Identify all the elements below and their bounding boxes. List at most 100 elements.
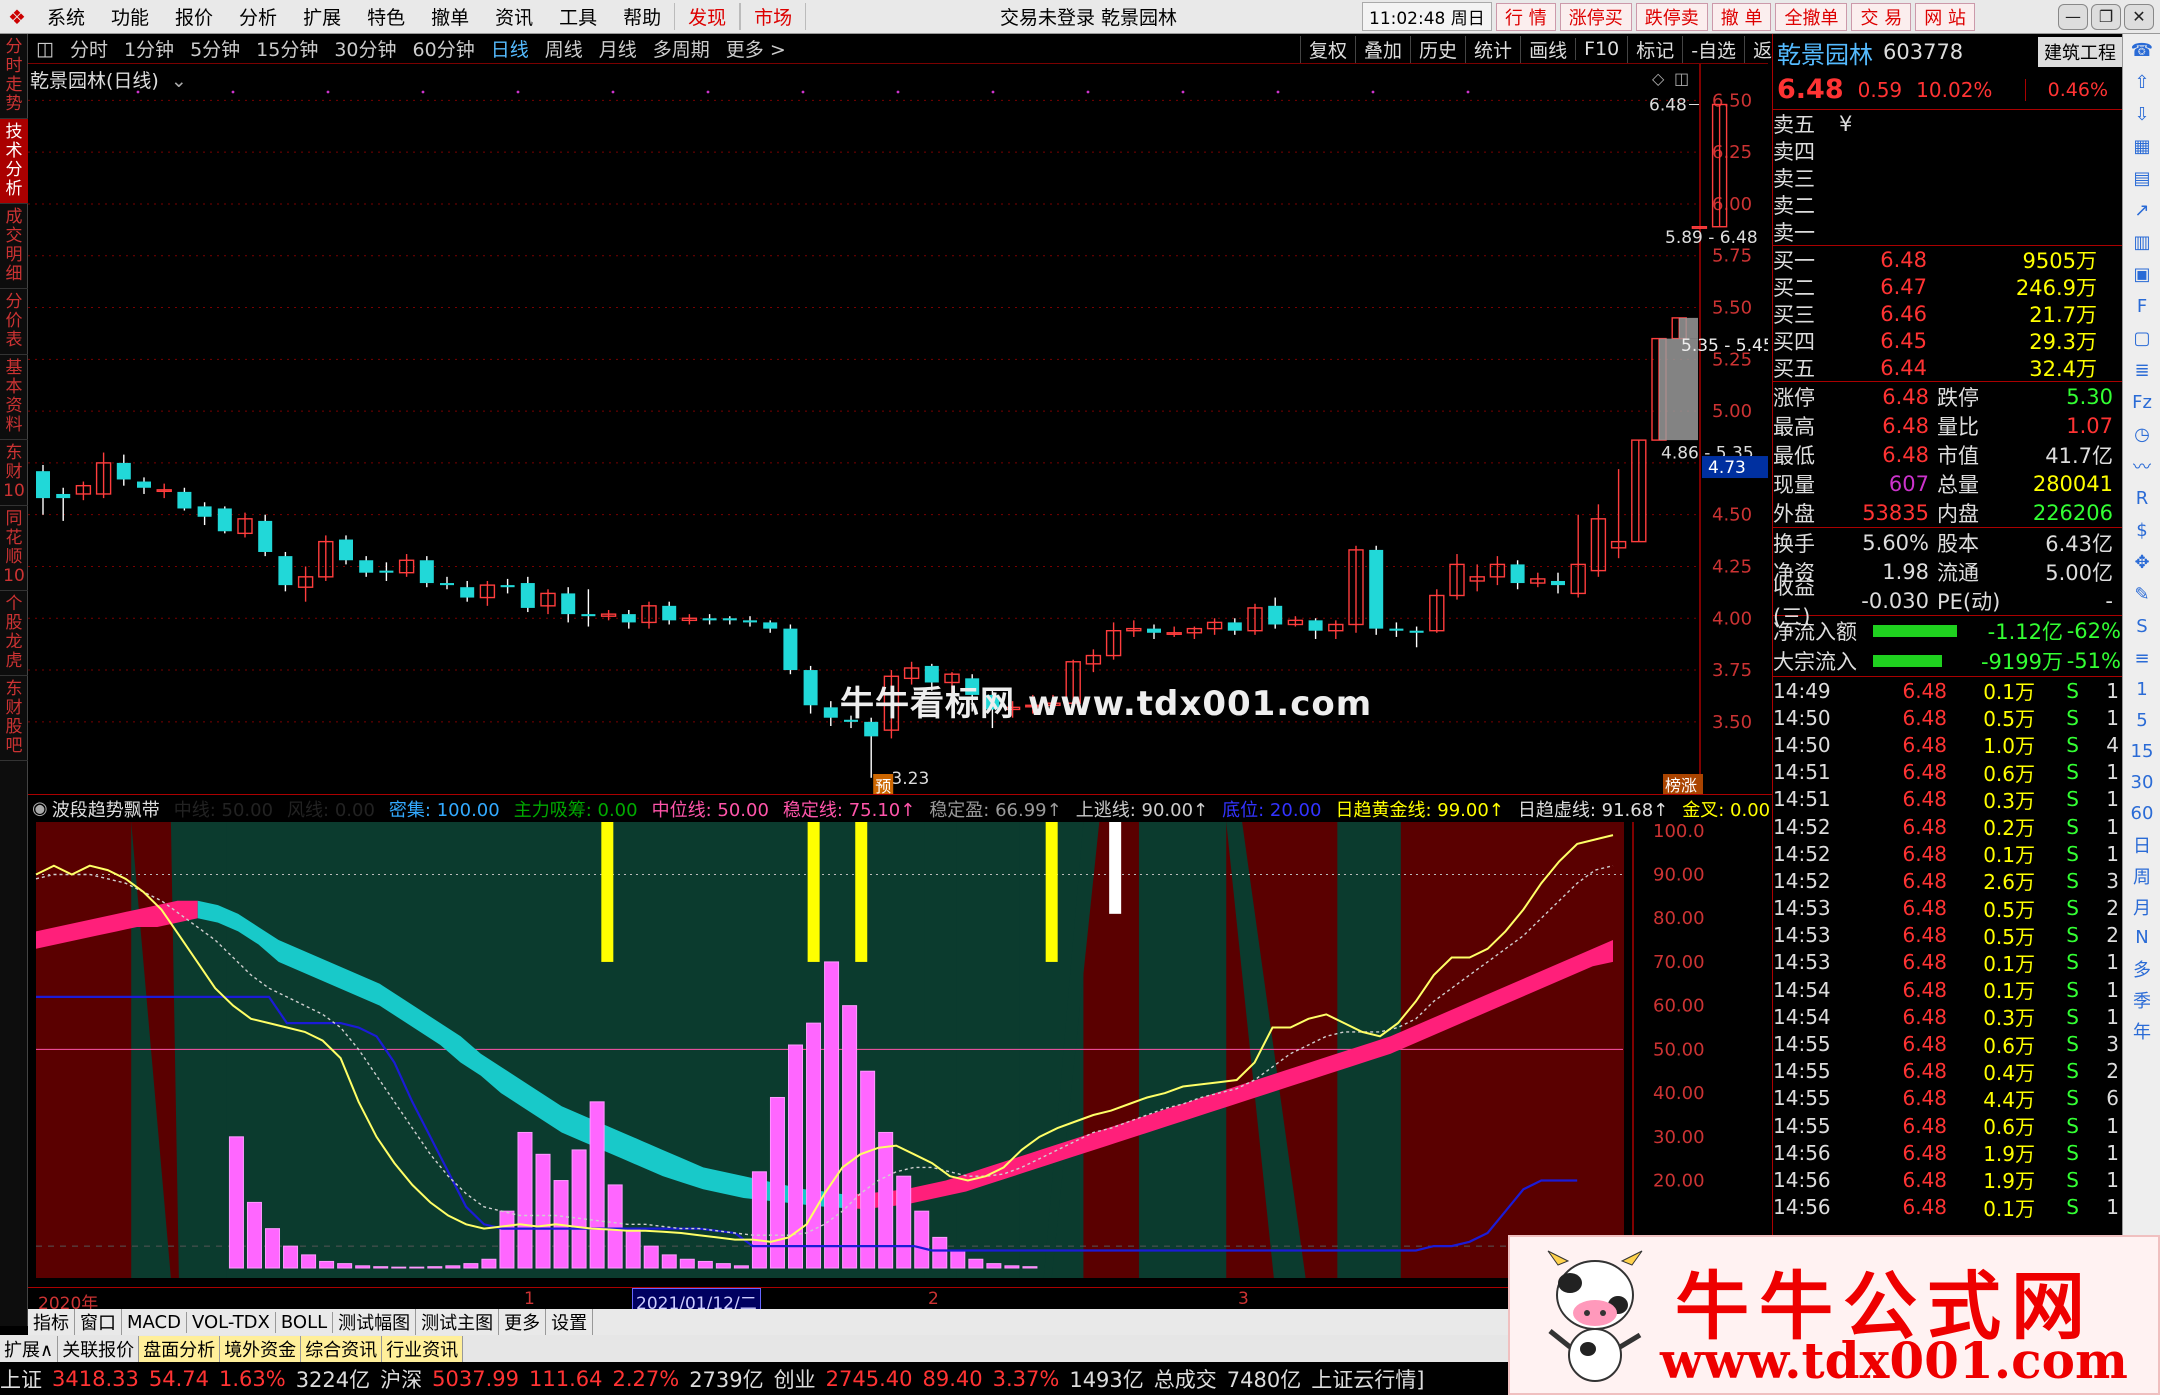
chart-tool-0[interactable]: 复权 (1300, 35, 1355, 63)
buy-row-0[interactable]: 买一 6.48 9505万 (1773, 246, 2122, 273)
money-icon[interactable]: $ (2123, 514, 2160, 546)
period-tab-10[interactable]: 更多 > (718, 35, 794, 62)
indicator-tab-4[interactable]: BOLL (276, 1311, 334, 1333)
period-tab-3[interactable]: 15分钟 (248, 35, 326, 62)
menu-item-4[interactable]: 扩展 (290, 3, 354, 30)
left-tab-8[interactable]: 东财股吧 (0, 676, 28, 761)
phone-icon[interactable]: ☎ (2123, 34, 2160, 66)
box-icon[interactable]: ▣ (2123, 258, 2160, 290)
f10-icon[interactable]: F (2123, 290, 2160, 322)
indicator-tab-3[interactable]: VOL-TDX (187, 1311, 276, 1333)
kline-icon[interactable]: ▥ (2123, 226, 2160, 258)
chart-tool-1[interactable]: 叠加 (1355, 35, 1410, 63)
side-period-4[interactable]: 60 (2123, 798, 2160, 829)
list-icon[interactable]: ≡ (2123, 642, 2160, 674)
left-tab-2[interactable]: 成交明细 (0, 204, 28, 289)
period-tab-7[interactable]: 周线 (537, 35, 591, 62)
side-period-8[interactable]: N (2123, 922, 2160, 953)
period-tab-4[interactable]: 30分钟 (326, 35, 404, 62)
chart-tool-2[interactable]: 历史 (1410, 35, 1465, 63)
indicator-tab-5[interactable]: 测试幅图 (333, 1309, 417, 1335)
side-period-0[interactable]: 1 (2123, 674, 2160, 705)
left-tab-1[interactable]: 技术分析 (0, 119, 28, 204)
panel-toggle-icon[interactable]: ◫ (28, 38, 62, 60)
bottom-tab-2[interactable]: 盘面分析 (139, 1335, 221, 1362)
side-period-3[interactable]: 30 (2123, 767, 2160, 798)
menu-item-0[interactable]: 系统 (34, 3, 98, 30)
period-tab-2[interactable]: 5分钟 (182, 35, 248, 62)
indicator-tab-6[interactable]: 测试主图 (416, 1309, 500, 1335)
bottom-tab-0[interactable]: 扩展∧ (0, 1335, 59, 1362)
indicator-tab-2[interactable]: MACD (122, 1311, 187, 1333)
left-tab-4[interactable]: 基本资料 (0, 355, 28, 440)
trade-button-2[interactable]: 跌停卖 (1635, 2, 1708, 31)
period-tab-8[interactable]: 月线 (591, 35, 645, 62)
indicator-toggle-icon[interactable]: ◉ (32, 798, 48, 819)
rsi-icon[interactable]: R (2123, 482, 2160, 514)
buy-row-4[interactable]: 买五 6.44 32.4万 (1773, 354, 2122, 381)
fz-icon[interactable]: Fz (2123, 386, 2160, 418)
minimize-icon[interactable]: — (2058, 3, 2088, 30)
sell-row-2[interactable]: 卖三 (1773, 164, 2122, 191)
sector-label[interactable]: 建筑工程 (2038, 37, 2122, 67)
bottom-tab-3[interactable]: 境外资金 (220, 1335, 302, 1362)
buy-row-3[interactable]: 买四 6.45 29.3万 (1773, 327, 2122, 354)
side-period-11[interactable]: 年 (2123, 1015, 2160, 1046)
menu-red-item-1[interactable]: 市场 (740, 3, 807, 30)
side-period-5[interactable]: 日 (2123, 829, 2160, 860)
menu-item-2[interactable]: 报价 (162, 3, 226, 30)
buy-row-2[interactable]: 买三 6.46 21.7万 (1773, 300, 2122, 327)
indicator-tab-0[interactable]: 指标 (28, 1309, 75, 1335)
s-icon[interactable]: S (2123, 610, 2160, 642)
period-tab-0[interactable]: 分时 (62, 35, 116, 62)
side-period-6[interactable]: 周 (2123, 860, 2160, 891)
period-tab-1[interactable]: 1分钟 (116, 35, 182, 62)
left-tab-5[interactable]: 东财10 (0, 440, 28, 506)
status-item-10[interactable]: 创业 (774, 1364, 816, 1394)
menu-red-item-0[interactable]: 发现 (674, 3, 741, 30)
menu-item-7[interactable]: 资讯 (482, 3, 546, 30)
restore-icon[interactable]: ❐ (2091, 3, 2121, 30)
trade-button-6[interactable]: 网 站 (1915, 2, 1975, 31)
close-icon[interactable]: ✕ (2124, 3, 2154, 30)
menu-item-3[interactable]: 分析 (226, 3, 290, 30)
side-period-1[interactable]: 5 (2123, 705, 2160, 736)
indicator-tab-8[interactable]: 设置 (546, 1309, 594, 1335)
left-tab-6[interactable]: 同花顺10 (0, 506, 28, 591)
menu-item-8[interactable]: 工具 (546, 3, 610, 30)
grid-icon[interactable]: ▦ (2123, 130, 2160, 162)
up-arrow-icon[interactable]: ⇧ (2123, 66, 2160, 98)
sell-row-1[interactable]: 卖四 (1773, 137, 2122, 164)
table-icon[interactable]: ▤ (2123, 162, 2160, 194)
down-arrow-icon[interactable]: ⇩ (2123, 98, 2160, 130)
sell-row-4[interactable]: 卖一 (1773, 218, 2122, 245)
line-chart-icon[interactable]: ↗ (2123, 194, 2160, 226)
period-tab-6[interactable]: 日线 (483, 35, 537, 62)
menu-item-5[interactable]: 特色 (354, 3, 418, 30)
bottom-tab-5[interactable]: 行业资讯 (382, 1335, 464, 1362)
wave-icon[interactable]: 〰 (2123, 450, 2160, 482)
side-period-2[interactable]: 15 (2123, 736, 2160, 767)
clock-icon[interactable]: ◷ (2123, 418, 2160, 450)
chart-tool-6[interactable]: 标记 (1627, 35, 1682, 63)
side-period-10[interactable]: 季 (2123, 984, 2160, 1015)
chart-tool-5[interactable]: F10 (1575, 38, 1627, 60)
bottom-tab-1[interactable]: 关联报价 (58, 1335, 140, 1362)
status-item-5[interactable]: 沪深 (380, 1364, 422, 1394)
side-period-9[interactable]: 多 (2123, 953, 2160, 984)
move-icon[interactable]: ✥ (2123, 546, 2160, 578)
period-tab-9[interactable]: 多周期 (645, 35, 718, 62)
indicator-chart[interactable]: 100.0 90.00 80.00 70.00 60.00 50.00 40.00 30.00… (28, 822, 1773, 1278)
chart-tool-3[interactable]: 统计 (1465, 35, 1520, 63)
period-tab-5[interactable]: 60分钟 (405, 35, 483, 62)
trade-button-3[interactable]: 撤 单 (1711, 2, 1772, 31)
menu-item-6[interactable]: 撤单 (418, 3, 482, 30)
indicator-tab-1[interactable]: 窗口 (75, 1309, 122, 1335)
chart-tool-4[interactable]: 画线 (1520, 35, 1575, 63)
left-tab-7[interactable]: 个股龙虎 (0, 591, 28, 676)
sell-row-0[interactable]: 卖五 ¥ (1773, 110, 2122, 137)
status-item-0[interactable]: 上证 (0, 1364, 42, 1394)
chart-tool-7[interactable]: -自选 (1682, 35, 1744, 63)
sell-row-3[interactable]: 卖二 (1773, 191, 2122, 218)
news-icon[interactable]: ≣ (2123, 354, 2160, 386)
